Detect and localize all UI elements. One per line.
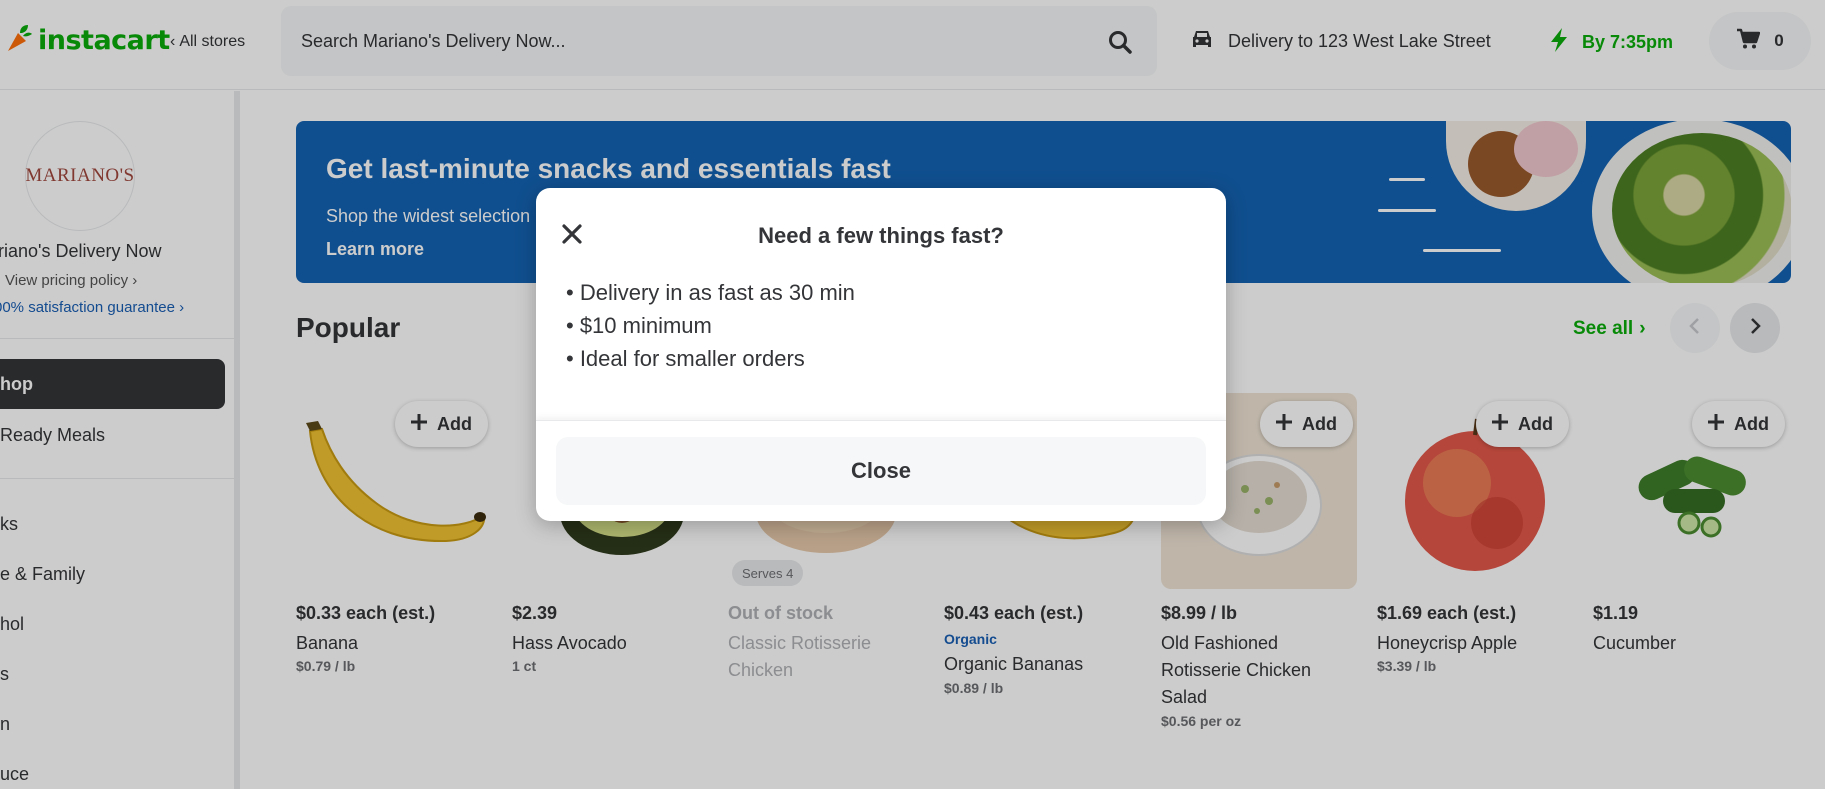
modal-bullet: • Ideal for smaller orders (566, 346, 805, 371)
close-button[interactable]: Close (556, 437, 1206, 505)
modal-bullet-list: • Delivery in as fast as 30 min • $10 mi… (566, 276, 855, 375)
modal-title: Need a few things fast? (758, 223, 1004, 248)
modal-footer: Close (536, 420, 1226, 521)
modal-bullet: • $10 minimum (566, 313, 712, 338)
fast-delivery-modal: Need a few things fast? • Delivery in as… (536, 188, 1226, 521)
modal-bullet: • Delivery in as fast as 30 min (566, 280, 855, 305)
